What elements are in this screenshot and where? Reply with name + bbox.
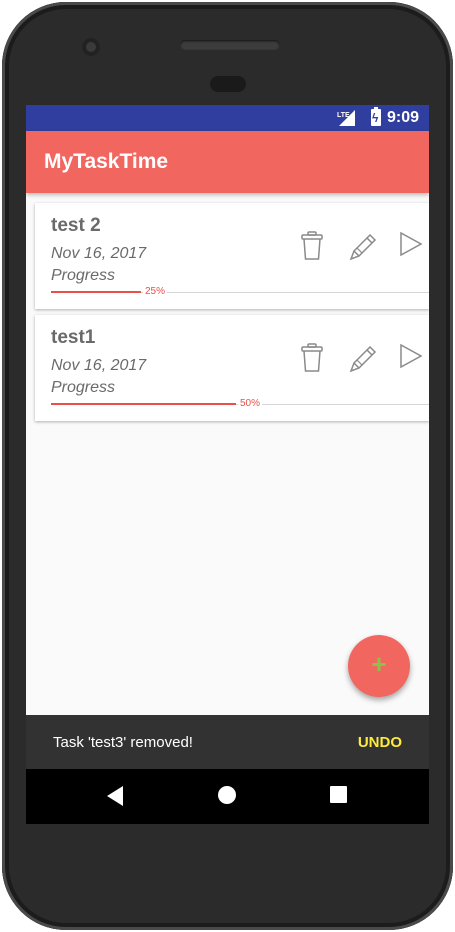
task-date: Nov 16, 2017 [51,357,147,374]
snackbar: Task 'test3' removed! UNDO [26,715,429,769]
task-name: test1 [51,327,96,348]
app-title: MyTaskTime [44,150,169,173]
svg-text:LTE: LTE [337,112,350,119]
task-date: Nov 16, 2017 [51,245,147,262]
navigation-bar [26,769,429,824]
front-camera [82,38,100,56]
earpiece-speaker [180,40,280,50]
play-icon[interactable] [399,343,423,369]
progress-fill [51,403,236,405]
task-status: Progress [51,379,116,396]
recent-apps-icon[interactable] [330,786,347,803]
proximity-sensor [210,76,246,92]
back-icon[interactable] [107,786,123,806]
app-bar: MyTaskTime [26,131,429,193]
progress-label: 25% [143,286,168,297]
task-card[interactable]: test1 Nov 16, 2017 Progress 50% [35,315,429,421]
screen: LTE ϟ 9:09 MyTaskTime test 2 Nov 16, 201… [26,105,429,824]
task-name: test 2 [51,215,101,236]
delete-icon[interactable] [301,231,323,261]
lte-signal-icon: LTE [337,110,355,126]
play-icon[interactable] [399,231,423,257]
home-icon[interactable] [218,786,236,804]
progress-fill [51,291,141,293]
undo-button[interactable]: UNDO [358,734,402,751]
progress-label: 50% [238,398,263,409]
status-bar: LTE ϟ 9:09 [26,105,429,131]
status-time: 9:09 [386,109,419,126]
task-card[interactable]: test 2 Nov 16, 2017 Progress 25% [35,203,429,309]
add-task-button[interactable]: + [348,635,410,697]
phone-frame: LTE ϟ 9:09 MyTaskTime test 2 Nov 16, 201… [2,2,453,930]
battery-icon: ϟ [371,107,381,126]
edit-icon[interactable] [347,343,379,375]
task-status: Progress [51,267,116,284]
snackbar-message: Task 'test3' removed! [53,734,193,751]
add-icon: + [371,649,387,679]
edit-icon[interactable] [347,231,379,263]
delete-icon[interactable] [301,343,323,373]
